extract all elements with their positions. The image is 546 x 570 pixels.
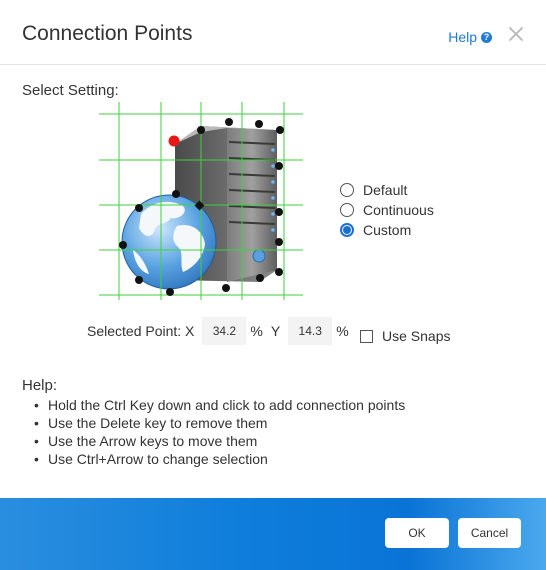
radio-label: Continuous xyxy=(363,202,434,218)
point-x-input[interactable] xyxy=(202,317,247,345)
help-link[interactable]: Help ? xyxy=(448,29,492,45)
help-item: Use Ctrl+Arrow to change selection xyxy=(34,450,405,468)
x-percent-label: % xyxy=(250,323,263,339)
help-title: Help: xyxy=(22,377,58,394)
point-y-input[interactable] xyxy=(288,317,333,345)
y-label: Y xyxy=(270,323,281,339)
connection-points-canvas[interactable] xyxy=(99,102,303,300)
use-snaps-checkbox[interactable] xyxy=(360,329,373,343)
selected-point-row: Selected Point: X % Y % xyxy=(87,317,349,345)
y-percent-label: % xyxy=(336,323,349,339)
radio-button[interactable] xyxy=(340,183,354,197)
use-snaps-label: Use Snaps xyxy=(382,328,451,344)
radio-button[interactable] xyxy=(340,203,354,217)
radio-option-default[interactable]: Default xyxy=(340,180,434,200)
radio-option-custom[interactable]: Custom xyxy=(340,220,434,240)
help-section: Help: Hold the Ctrl Key down and click t… xyxy=(22,377,405,468)
dialog-footer: OK Cancel xyxy=(0,498,546,570)
help-link-label: Help xyxy=(448,29,477,45)
radio-option-continuous[interactable]: Continuous xyxy=(340,200,434,220)
connection-points-dialog: Connection Points Help ? Select Setting: xyxy=(0,0,546,570)
dialog-title: Connection Points xyxy=(22,22,193,45)
use-snaps-option[interactable]: Use Snaps xyxy=(360,328,450,344)
close-button[interactable] xyxy=(508,26,524,42)
help-item: Hold the Ctrl Key down and click to add … xyxy=(34,396,405,414)
radio-label: Default xyxy=(363,182,408,198)
radio-button[interactable] xyxy=(340,223,354,237)
ok-button[interactable]: OK xyxy=(385,518,449,548)
selected-point-label: Selected Point: X xyxy=(87,323,195,339)
radio-label: Custom xyxy=(363,222,412,238)
help-list: Hold the Ctrl Key down and click to add … xyxy=(22,396,405,468)
shape-preview xyxy=(99,102,303,300)
select-setting-label: Select Setting: xyxy=(22,82,119,99)
selected-connection-point[interactable] xyxy=(168,135,180,147)
help-circle-icon: ? xyxy=(481,31,492,43)
help-item: Use the Delete key to remove them xyxy=(34,414,405,432)
help-item: Use the Arrow keys to move them xyxy=(34,432,405,450)
cancel-button[interactable]: Cancel xyxy=(458,518,521,548)
setting-radio-group: Default Continuous Custom xyxy=(340,180,434,240)
close-icon xyxy=(509,27,523,41)
dialog-header: Connection Points Help ? xyxy=(0,0,546,65)
